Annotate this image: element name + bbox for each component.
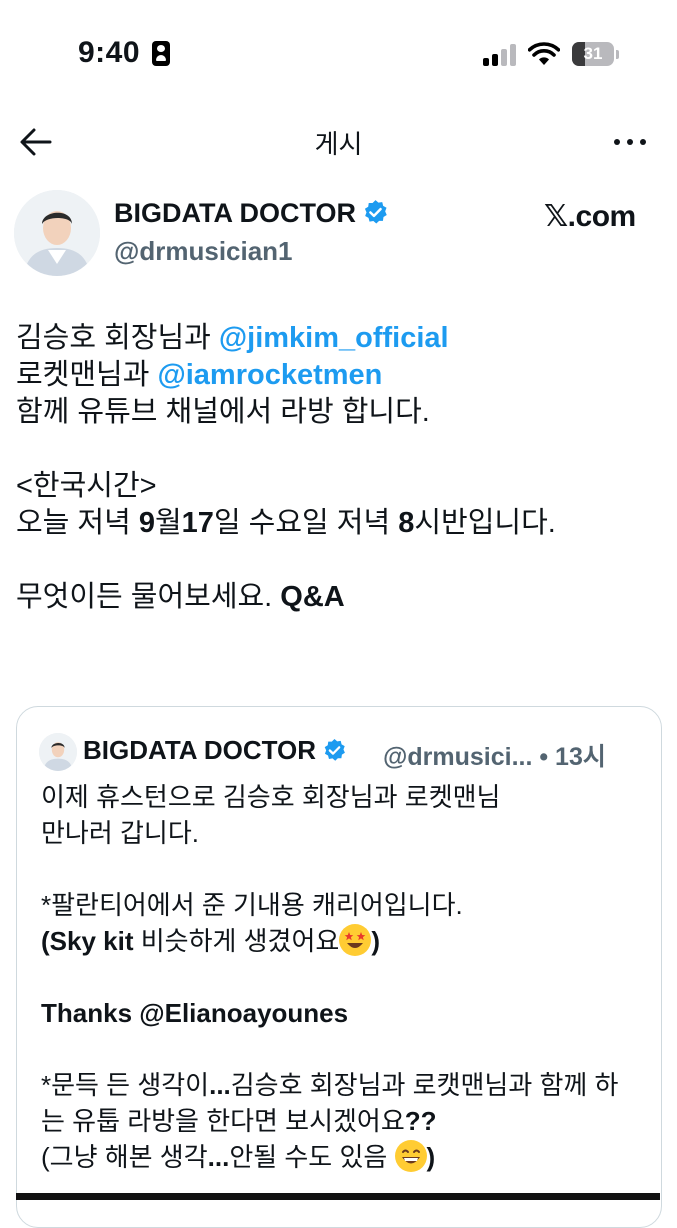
tweet-line: 오늘 저녁 9월17일 수요일 저녁 8시반입니다. <box>16 505 666 542</box>
tweet-line: <한국시간> <box>16 470 157 502</box>
battery-cap <box>616 50 619 59</box>
text-span: 김승호 회장님과 로캣맨님과 함께 하 <box>230 1070 619 1100</box>
mention-link[interactable]: @iamrocketmen <box>157 359 382 391</box>
page-title: 게시 <box>314 129 363 159</box>
text-span: (Sky kit <box>41 926 134 956</box>
text-span: *문득 든 생각이 <box>41 1070 210 1100</box>
arrow-left-icon <box>20 128 52 156</box>
verified-badge-icon <box>324 739 345 761</box>
text-span: ?? <box>404 1106 437 1136</box>
quote-line: (그냥 해본 생각...안될 수도 있음 ) <box>41 1139 651 1175</box>
author-handle[interactable]: @drmusician1 <box>114 236 293 267</box>
battery-percent: 31 <box>583 44 603 63</box>
battery-icon: 31 <box>572 42 614 66</box>
author-name[interactable]: BIGDATA DOCTOR <box>114 198 389 229</box>
quote-line: 는 유툽 라방을 한다면 보시겠어요?? <box>41 1103 651 1139</box>
grinning-emoji-icon <box>394 1140 427 1172</box>
text-span: 는 유툽 라방을 한다면 보시겠어요 <box>41 1106 405 1136</box>
wifi-icon <box>528 42 560 65</box>
text-span: 김승호 회장님과 <box>16 322 219 354</box>
media-preview-edge <box>16 1193 660 1200</box>
verified-badge-icon <box>364 200 387 224</box>
text-span: 로켓맨님과 <box>16 359 158 391</box>
text-span: 9 <box>138 507 155 539</box>
text-span: ... <box>209 1070 231 1100</box>
quote-line: *문득 든 생각이...김승호 회장님과 로캣맨님과 함께 하 <box>41 1067 651 1103</box>
quote-line: 만나러 갑니다. <box>41 818 199 848</box>
quoted-tweet-text: 이제 휴스턴으로 김승호 회장님과 로켓맨님 만나러 갑니다. *팔란티어에서 … <box>41 779 651 1175</box>
text-span: ) <box>426 1142 436 1172</box>
text-span: 월 <box>154 507 182 539</box>
cellular-signal-icon <box>483 44 519 66</box>
star-struck-emoji-icon <box>339 924 372 956</box>
mention-link[interactable]: @jimkim_official <box>219 322 449 354</box>
quote-line: (Sky kit 비슷하게 생겼어요) <box>41 923 651 959</box>
text-span: 무엇이든 물어보세요. <box>16 581 281 613</box>
quoted-author-avatar <box>39 733 77 771</box>
tweet-line: 함께 유튜브 채널에서 라방 합니다. <box>16 396 430 428</box>
quoted-tweet[interactable]: BIGDATA DOCTOR @drmusici... • 13시 이제 휴스턴… <box>16 706 662 1228</box>
contact-card-icon <box>152 41 170 66</box>
text-span: (그냥 해본 생각 <box>41 1142 208 1172</box>
tweet-line: 무엇이든 물어보세요. Q&A <box>16 579 666 616</box>
back-button[interactable] <box>14 120 58 164</box>
quoted-handle-time: @drmusici... • 13시 <box>383 743 606 771</box>
text-span: 일 수요일 저녁 <box>213 507 399 539</box>
text-span: 시반입니다. <box>414 507 556 539</box>
text-span: Q&A <box>280 581 345 613</box>
more-options-button[interactable] <box>606 120 654 164</box>
author-avatar[interactable] <box>14 190 100 276</box>
profile-photo <box>39 733 77 771</box>
text-span: 8 <box>398 507 415 539</box>
text-span: 비슷하게 생겼어요 <box>133 926 340 956</box>
tweet-line: 로켓맨님과 @iamrocketmen <box>16 357 666 394</box>
author-name-text: BIGDATA DOCTOR <box>114 198 356 228</box>
text-span: 17 <box>181 507 214 539</box>
x-com-logo: 𝕏.com <box>544 200 636 233</box>
quoted-author-name: BIGDATA DOCTOR <box>83 735 347 766</box>
quote-line: Thanks @Elianoayounes <box>41 998 349 1028</box>
quoted-author-name-text: BIGDATA DOCTOR <box>83 735 317 765</box>
text-span: 안될 수도 있음 <box>229 1142 395 1172</box>
text-span: ) <box>371 926 380 956</box>
quote-line: 이제 휴스턴으로 김승호 회장님과 로켓맨님 <box>41 782 501 812</box>
profile-photo <box>14 190 100 276</box>
tweet-line: 김승호 회장님과 @jimkim_official <box>16 320 666 357</box>
text-span: 오늘 저녁 <box>16 507 139 539</box>
quote-line: *팔란티어에서 준 기내용 캐리어입니다. <box>41 890 463 920</box>
text-span: ... <box>207 1142 230 1172</box>
status-time: 9:40 <box>78 36 141 69</box>
tweet-text: 김승호 회장님과 @jimkim_official 로켓맨님과 @iamrock… <box>16 320 666 616</box>
status-bar: 9:40 31 <box>0 0 677 110</box>
